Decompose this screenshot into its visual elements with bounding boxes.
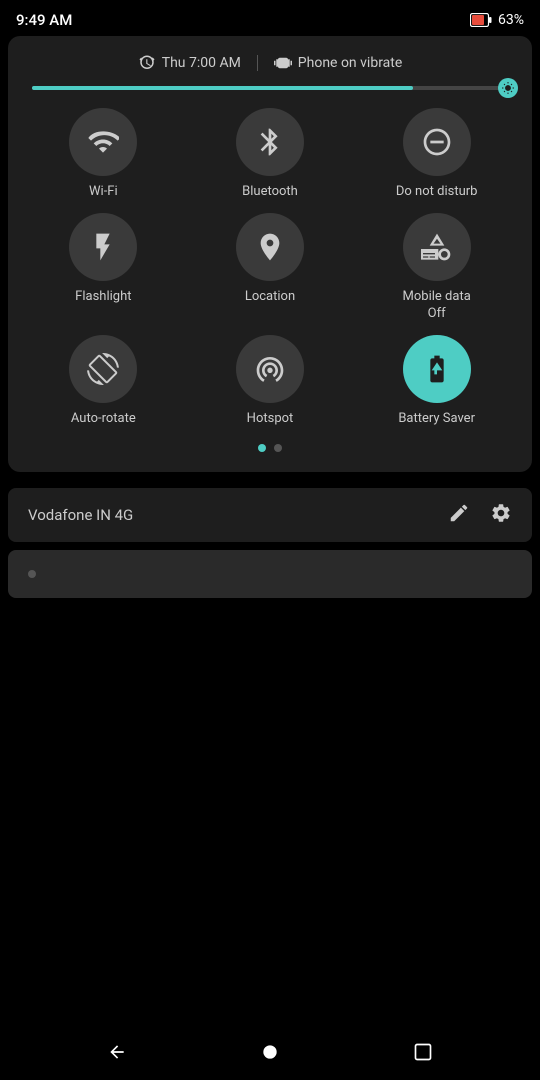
tile-label-bluetooth: Bluetooth bbox=[242, 184, 298, 201]
tile-icon-bluetooth bbox=[236, 108, 304, 176]
tile-hotspot[interactable]: Hotspot bbox=[195, 335, 346, 428]
battery-icon bbox=[470, 13, 492, 27]
tile-label-mobiledata: Mobile dataOff bbox=[403, 289, 471, 323]
page-dot-2 bbox=[274, 444, 282, 452]
alarm-icon bbox=[138, 54, 156, 72]
bottom-icons bbox=[448, 502, 512, 528]
nav-bar bbox=[0, 1024, 540, 1080]
brightness-track[interactable] bbox=[32, 86, 508, 90]
vibrate-icon bbox=[274, 54, 292, 72]
carrier-label: Vodafone IN 4G bbox=[28, 506, 133, 524]
tile-label-hotspot: Hotspot bbox=[247, 411, 294, 428]
settings-button[interactable] bbox=[490, 502, 512, 528]
bottom-bar: Vodafone IN 4G bbox=[8, 488, 532, 542]
brightness-fill bbox=[32, 86, 413, 90]
tile-icon-dnd bbox=[403, 108, 471, 176]
tile-label-flashlight: Flashlight bbox=[75, 289, 131, 306]
brightness-row[interactable] bbox=[24, 82, 516, 104]
alarm-info: Thu 7:00 AM bbox=[138, 54, 241, 72]
tile-location[interactable]: Location bbox=[195, 213, 346, 323]
tile-icon-location bbox=[236, 213, 304, 281]
tile-icon-batterysaver bbox=[403, 335, 471, 403]
status-time: 9:49 AM bbox=[16, 11, 72, 29]
tile-label-dnd: Do not disturb bbox=[396, 184, 478, 201]
tile-bluetooth[interactable]: Bluetooth bbox=[195, 108, 346, 201]
tile-mobiledata[interactable]: Mobile dataOff bbox=[361, 213, 512, 323]
tile-wifi[interactable]: Wi-Fi bbox=[28, 108, 179, 201]
tile-label-autorotate: Auto-rotate bbox=[71, 411, 136, 428]
vibrate-info: Phone on vibrate bbox=[274, 54, 402, 72]
tile-autorotate[interactable]: Auto-rotate bbox=[28, 335, 179, 428]
alarm-divider bbox=[257, 55, 258, 71]
alarm-row: Thu 7:00 AM Phone on vibrate bbox=[24, 48, 516, 82]
tile-icon-wifi bbox=[69, 108, 137, 176]
home-peek bbox=[8, 550, 532, 598]
battery-pct: 63% bbox=[498, 12, 524, 28]
home-button[interactable] bbox=[260, 1042, 280, 1062]
tile-label-wifi: Wi-Fi bbox=[89, 184, 118, 201]
page-dot-1 bbox=[258, 444, 266, 452]
vibrate-label: Phone on vibrate bbox=[298, 55, 402, 71]
qs-panel: Thu 7:00 AM Phone on vibrate Wi bbox=[8, 36, 532, 472]
tile-batterysaver[interactable]: Battery Saver bbox=[361, 335, 512, 428]
tile-grid: Wi-Fi Bluetooth Do not disturb Flashligh… bbox=[24, 104, 516, 436]
back-button[interactable] bbox=[107, 1042, 127, 1062]
tile-label-batterysaver: Battery Saver bbox=[398, 411, 475, 428]
tile-icon-mobiledata bbox=[403, 213, 471, 281]
edit-button[interactable] bbox=[448, 502, 470, 528]
tile-icon-flashlight bbox=[69, 213, 137, 281]
alarm-time: Thu 7:00 AM bbox=[162, 55, 241, 71]
tile-icon-hotspot bbox=[236, 335, 304, 403]
tile-label-location: Location bbox=[245, 289, 295, 306]
status-right: 63% bbox=[470, 12, 524, 28]
tile-dnd[interactable]: Do not disturb bbox=[361, 108, 512, 201]
recents-button[interactable] bbox=[413, 1042, 433, 1062]
status-bar: 9:49 AM 63% bbox=[0, 0, 540, 36]
brightness-thumb bbox=[498, 78, 518, 98]
page-indicators bbox=[24, 436, 516, 456]
tile-icon-autorotate bbox=[69, 335, 137, 403]
tile-flashlight[interactable]: Flashlight bbox=[28, 213, 179, 323]
home-peek-dot bbox=[28, 570, 36, 578]
